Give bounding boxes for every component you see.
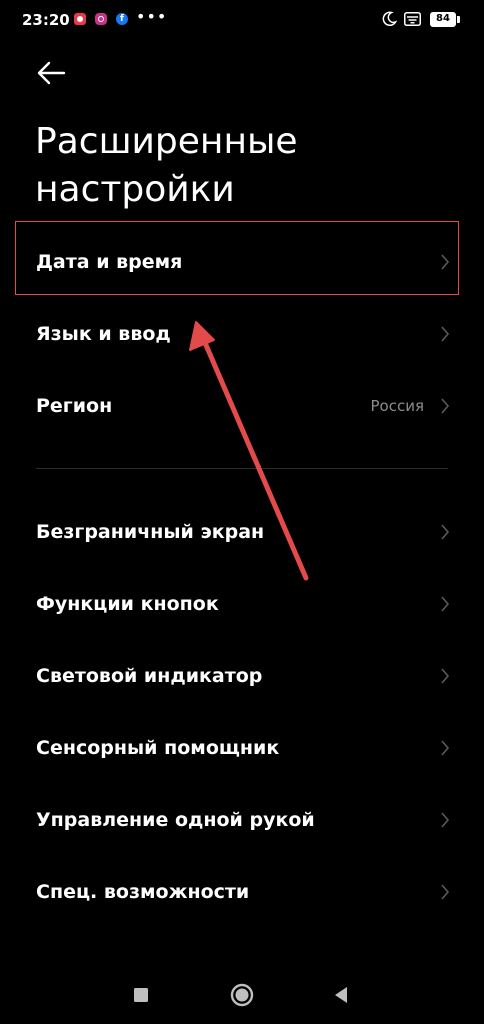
chevron-right-icon — [441, 326, 450, 342]
item-label: Безграничный экран — [36, 521, 265, 543]
settings-item-one-handed-mode[interactable]: Управление одной рукой — [18, 784, 460, 856]
settings-item-quick-ball[interactable]: Сенсорный помощник — [18, 712, 460, 784]
settings-item-led-indicator[interactable]: Световой индикатор — [18, 640, 460, 712]
settings-item-region[interactable]: Регион Россия — [18, 370, 460, 442]
chevron-right-icon — [441, 524, 450, 540]
item-label: Управление одной рукой — [36, 809, 315, 831]
item-label: Спец. возможности — [36, 881, 250, 903]
settings-item-language-input[interactable]: Язык и ввод — [18, 298, 460, 370]
nav-back-button[interactable] — [328, 982, 354, 1008]
status-time: 23:20 — [22, 11, 70, 29]
settings-item-date-time[interactable]: Дата и время — [18, 226, 460, 298]
notification-facebook-icon: f — [116, 13, 128, 25]
battery-level: 84 — [430, 12, 456, 27]
chevron-right-icon — [441, 398, 450, 414]
status-bar: 23:20 f ••• 84 — [0, 0, 484, 40]
back-button[interactable] — [34, 58, 68, 88]
item-label: Световой индикатор — [36, 665, 263, 687]
more-notifications-icon: ••• — [136, 7, 168, 26]
recents-button[interactable] — [128, 982, 154, 1008]
navigation-bar — [0, 964, 484, 1024]
item-label: Сенсорный помощник — [36, 737, 280, 759]
circle-icon — [230, 983, 254, 1007]
notification-app-icon-1 — [74, 13, 86, 25]
chevron-right-icon — [441, 884, 450, 900]
arrow-left-icon — [37, 61, 66, 85]
settings-item-button-functions[interactable]: Функции кнопок — [18, 568, 460, 640]
item-label: Язык и ввод — [36, 323, 171, 345]
chevron-right-icon — [441, 668, 450, 684]
battery-tip — [457, 16, 460, 23]
chevron-right-icon — [441, 596, 450, 612]
item-label: Регион — [36, 395, 113, 417]
settings-item-accessibility[interactable]: Спец. возможности — [18, 856, 460, 928]
settings-item-fullscreen-display[interactable]: Безграничный экран — [18, 496, 460, 568]
chevron-right-icon — [441, 254, 450, 270]
wifi-icon — [404, 12, 421, 26]
moon-icon — [382, 11, 397, 27]
section-divider — [36, 468, 448, 469]
battery-indicator: 84 — [430, 12, 460, 27]
triangle-left-icon — [335, 987, 347, 1003]
chevron-right-icon — [441, 812, 450, 828]
square-icon — [134, 988, 148, 1002]
item-label: Функции кнопок — [36, 593, 219, 615]
item-label: Дата и время — [36, 251, 183, 273]
home-button[interactable] — [229, 982, 255, 1008]
notification-instagram-icon — [95, 13, 107, 25]
region-value: Россия — [370, 397, 425, 415]
chevron-right-icon — [441, 740, 450, 756]
page-title: Расширенные настройки — [35, 121, 298, 210]
